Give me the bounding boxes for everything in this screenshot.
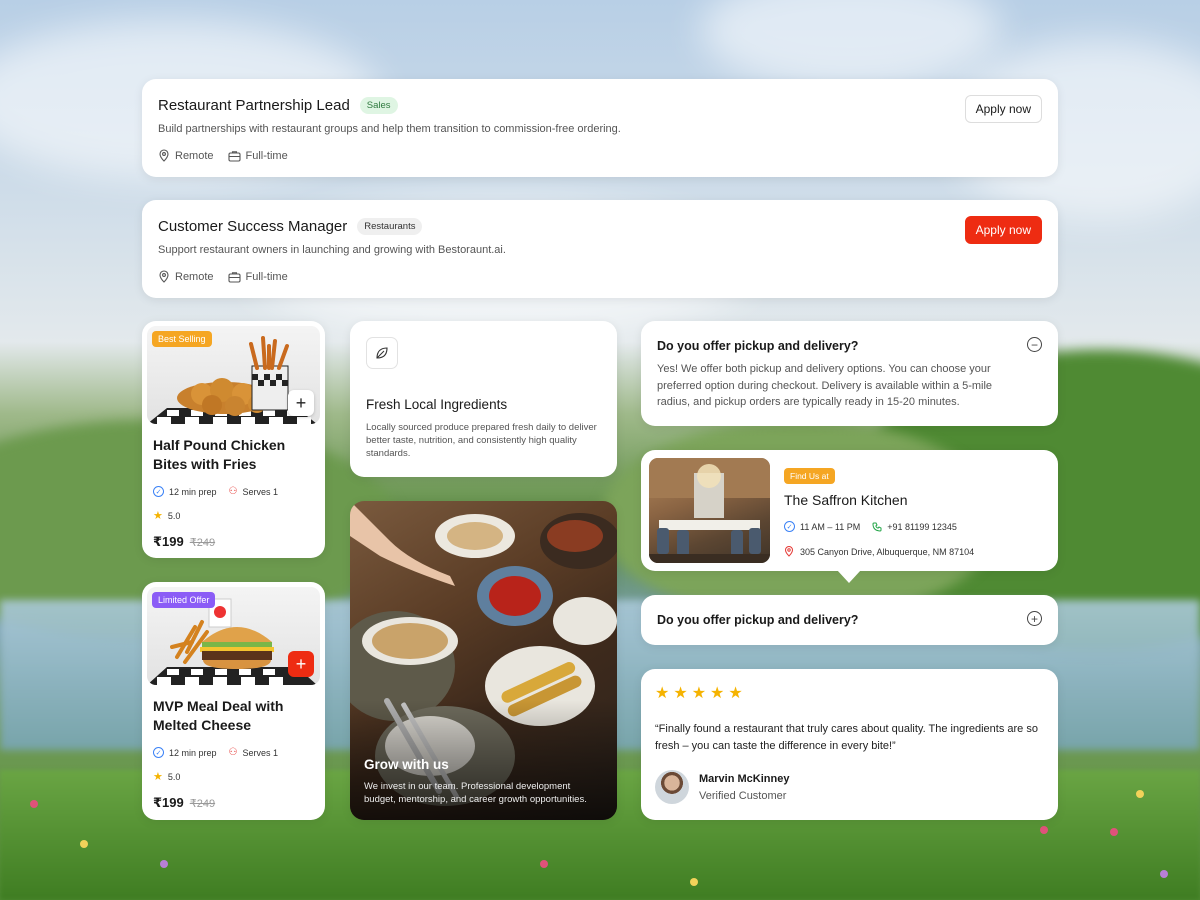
star-icon: ★ (710, 685, 725, 702)
job-type-label: Full-time (245, 270, 288, 283)
prep-time-label: 12 min prep (169, 747, 217, 758)
job-tag: Sales (359, 97, 398, 114)
apply-now-button[interactable]: Apply now (964, 95, 1042, 123)
phone-number[interactable]: +91 81199 12345 (872, 522, 957, 532)
avatar (655, 770, 689, 804)
food-title: MVP Meal Deal with Melted Cheese (153, 698, 284, 733)
briefcase-icon (227, 150, 241, 162)
apply-now-button[interactable]: Apply now (964, 216, 1042, 244)
food-badge: Best Selling (152, 331, 212, 347)
find-us-badge: Find Us at (784, 468, 835, 484)
job-location-label: Remote (175, 270, 214, 283)
job-type: Full-time (227, 270, 288, 283)
serves: ⚇ Serves 1 (229, 747, 279, 758)
job-location-label: Remote (175, 149, 214, 162)
serves-label: Serves 1 (242, 486, 279, 497)
restaurant-photo (649, 458, 770, 563)
clock-icon: ✓ (784, 521, 795, 532)
person-icon: ⚇ (228, 486, 238, 497)
faq-answer: Yes! We offer both pickup and delivery o… (657, 363, 993, 408)
food-title: Half Pound Chicken Bites with Fries (153, 437, 286, 472)
clock-icon: ✓ (153, 486, 164, 497)
location-pin-icon (784, 546, 794, 557)
star-icon: ★ (655, 685, 670, 702)
faq-question: Do you offer pickup and delivery? (657, 613, 859, 627)
job-type-label: Full-time (245, 149, 288, 162)
job-location: Remote (158, 149, 214, 162)
price: ₹199 (153, 795, 184, 810)
rating-value: 5.0 (167, 510, 181, 521)
add-to-cart-button[interactable]: + (288, 651, 314, 677)
faq-item-collapsed[interactable]: Do you offer pickup and delivery? + (641, 595, 1058, 645)
rating-value: 5.0 (167, 771, 181, 782)
restaurant-address: 305 Canyon Drive, Albuquerque, NM 87104 (784, 546, 974, 557)
faq-question: Do you offer pickup and delivery? (657, 339, 859, 353)
job-card: Restaurant Partnership Lead Sales Build … (142, 79, 1058, 177)
opening-hours: ✓ 11 AM – 11 PM (784, 521, 860, 532)
feature-card: Fresh Local Ingredients Locally sourced … (350, 321, 617, 477)
feature-title: Fresh Local Ingredients (366, 397, 508, 412)
star-icon: ★ (673, 685, 688, 702)
address-label: 305 Canyon Drive, Albuquerque, NM 87104 (800, 546, 975, 557)
old-price: ₹249 (189, 798, 216, 810)
star-icon: ★ (728, 685, 743, 702)
phone-label: +91 81199 12345 (887, 521, 957, 532)
job-title: Customer Success Manager (158, 218, 348, 235)
food-image: Best Selling + (147, 326, 320, 424)
reviewer-name: Marvin McKinney (699, 772, 790, 785)
food-card[interactable]: Best Selling + Half Pound Chicken Bites … (142, 321, 325, 558)
old-price: ₹249 (189, 537, 216, 549)
job-type: Full-time (227, 149, 288, 162)
star-icon: ★ (153, 510, 163, 522)
faq-item-expanded[interactable]: Do you offer pickup and delivery? − Yes!… (641, 321, 1058, 426)
add-to-cart-button[interactable]: + (288, 390, 314, 416)
prep-time: ✓ 12 min prep (153, 747, 217, 758)
star-icon: ★ (691, 685, 707, 702)
expand-icon[interactable]: + (1027, 611, 1042, 626)
review-card: ★ ★ ★ ★ ★ “Finally found a restaurant th… (641, 669, 1058, 820)
prep-time: ✓ 12 min prep (153, 486, 217, 497)
card-pointer (837, 570, 861, 583)
leaf-icon (366, 337, 398, 369)
food-badge: Limited Offer (152, 592, 216, 608)
job-title: Restaurant Partnership Lead (158, 97, 350, 114)
person-icon: ⚇ (228, 747, 238, 758)
grow-description: We invest in our team. Professional deve… (364, 781, 587, 805)
collapse-icon[interactable]: − (1027, 337, 1042, 352)
job-tag: Restaurants (357, 218, 423, 235)
food-card[interactable]: Limited Offer + MVP Meal Deal with Melte… (142, 582, 325, 820)
job-card: Customer Success Manager Restaurants Sup… (142, 200, 1058, 298)
star-icon: ★ (153, 771, 163, 783)
location-pin-icon (159, 149, 169, 162)
job-location: Remote (158, 270, 214, 283)
food-rating: ★ 5.0 (153, 770, 314, 783)
restaurant-name: The Saffron Kitchen (784, 492, 908, 508)
prep-time-label: 12 min prep (169, 486, 217, 497)
food-image: Limited Offer + (147, 587, 320, 685)
serves: ⚇ Serves 1 (229, 486, 279, 497)
restaurant-card[interactable]: Find Us at The Saffron Kitchen ✓ 11 AM –… (641, 450, 1058, 583)
phone-icon (872, 522, 882, 532)
clock-icon: ✓ (153, 747, 164, 758)
hours-label: 11 AM – 11 PM (800, 521, 861, 532)
serves-label: Serves 1 (242, 747, 279, 758)
reviewer-role: Verified Customer (699, 789, 787, 802)
grow-title: Grow with us (364, 757, 449, 772)
briefcase-icon (227, 271, 241, 283)
price: ₹199 (153, 534, 184, 549)
location-pin-icon (159, 270, 169, 283)
job-description: Support restaurant owners in launching a… (158, 244, 506, 256)
star-rating: ★ ★ ★ ★ ★ (655, 683, 1044, 703)
grow-card[interactable]: Grow with us We invest in our team. Prof… (350, 501, 617, 820)
job-description: Build partnerships with restaurant group… (158, 123, 621, 135)
food-rating: ★ 5.0 (153, 509, 314, 522)
review-quote: “Finally found a restaurant that truly c… (655, 723, 1038, 752)
feature-description: Locally sourced produce prepared fresh d… (366, 422, 597, 459)
